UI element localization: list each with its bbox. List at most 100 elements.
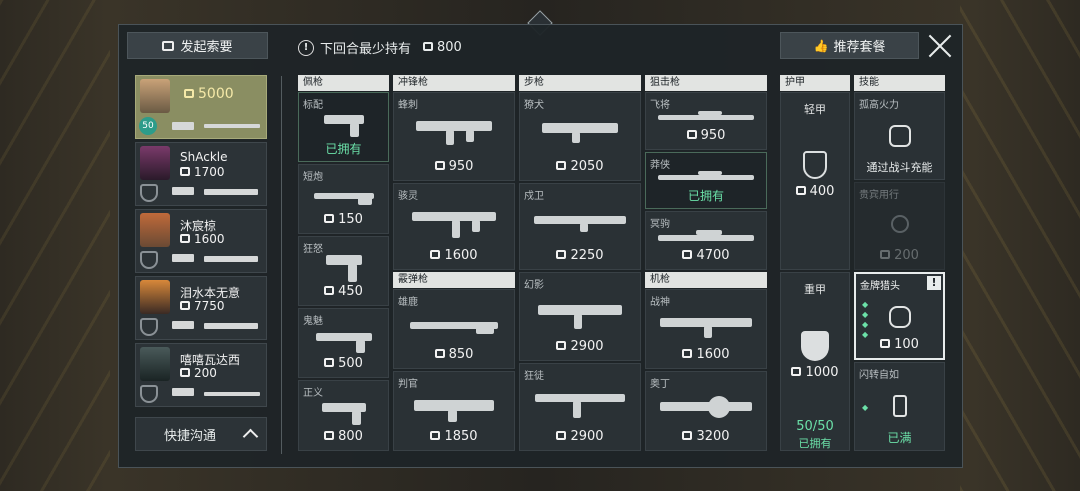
weapon-judge[interactable]: 判官 1850 [393, 371, 515, 451]
machine-gun-icon [660, 396, 752, 422]
weapon-price: 2900 [520, 339, 640, 354]
player-money: 5000 [184, 86, 234, 102]
weapon-guardian[interactable]: 戍卫 2250 [519, 183, 641, 270]
skill-name: 金牌猎头 [860, 281, 900, 292]
weapon-bucky[interactable]: 雄鹿 850 [393, 289, 515, 369]
alert-icon: ! [298, 39, 314, 56]
skill-slot-3[interactable]: 金牌猎头 ! ◆ ◆ ◆ ◆ 100 [854, 272, 945, 360]
weapon-odin[interactable]: 奥丁 3200 [645, 371, 767, 451]
pistol-icon [172, 388, 194, 396]
weapon-spectre[interactable]: 骇灵 1600 [393, 183, 515, 270]
credits-icon [423, 42, 434, 51]
rifle-icon [535, 394, 625, 418]
weapon-name: 鬼魅 [303, 316, 323, 327]
weapon-name: 幻影 [524, 280, 544, 291]
dash-icon [892, 395, 907, 417]
player-card[interactable]: 沐宸椋 1600 [135, 209, 267, 273]
armor-durability: 50/50 [796, 419, 834, 434]
smg-icon [416, 121, 492, 145]
weapon-phantom[interactable]: 幻影 2900 [519, 272, 641, 361]
weapon-classic[interactable]: 标配 已拥有 [298, 92, 389, 162]
skill-icon [890, 215, 909, 233]
credits-icon [682, 250, 693, 259]
owned-status: 已拥有 [798, 437, 832, 450]
weapon-ghost[interactable]: 鬼魅 500 [298, 308, 389, 378]
category-sidearm: 佩枪 [298, 75, 389, 91]
player-card[interactable]: ShAckle 1700 [135, 142, 267, 206]
shotgun-icon [313, 191, 374, 205]
weapon-name: 蜂刺 [398, 100, 418, 111]
credits-icon [430, 250, 441, 259]
weapon-stinger[interactable]: 蜂刺 950 [393, 92, 515, 181]
charge-dot-icon: ◆ [862, 403, 869, 412]
quick-comm-button[interactable]: 快捷沟通 [135, 417, 267, 451]
skill-price: 200 [855, 248, 944, 263]
weapon-vandal[interactable]: 狂徒 2900 [519, 363, 641, 451]
weapon-name: 判官 [398, 379, 418, 390]
close-icon[interactable] [927, 33, 953, 59]
credits-icon [434, 349, 445, 358]
avatar [140, 347, 170, 381]
pistol-icon [325, 255, 362, 283]
weapon-shorty[interactable]: 短炮 150 [298, 164, 389, 234]
pistol-icon [172, 321, 194, 329]
smg-icon [412, 212, 496, 238]
rifle-icon [204, 189, 258, 195]
skill-slot-2[interactable]: 贵宾用行 200 [854, 182, 945, 270]
rifle-icon [538, 305, 622, 329]
recommend-button[interactable]: 👍 推荐套餐 [780, 32, 919, 59]
weapon-name: 正义 [303, 388, 323, 399]
weapon-name: 獠犬 [524, 100, 544, 111]
skill-full-status: 已满 [887, 431, 912, 445]
rifle-icon [204, 323, 258, 329]
skill-name: 孤高火力 [859, 100, 899, 111]
weapon-ares[interactable]: 战神 1600 [645, 289, 767, 369]
armor-light[interactable]: 轻甲 400 [780, 92, 850, 270]
shotgun-icon [410, 320, 498, 334]
request-button[interactable]: 发起索要 [127, 32, 268, 59]
player-card[interactable]: 泪水本无意 7750 [135, 276, 267, 340]
chevron-up-icon [242, 428, 259, 445]
player-money: 200 [180, 366, 217, 380]
weapon-frenzy[interactable]: 狂怒 450 [298, 236, 389, 306]
credits-icon [880, 250, 891, 259]
skill-slot-4[interactable]: 闪转自如 ◆ 已满 [854, 362, 945, 451]
weapon-outlaw[interactable]: 莽侠 已拥有 [645, 152, 767, 209]
min-hold-notice: ! 下回合最少持有 800 [298, 38, 462, 57]
armor-price: 1000 [781, 365, 849, 380]
armor-heavy[interactable]: 重甲 1000 50/50 已拥有 [780, 272, 850, 451]
weapon-price: 450 [299, 284, 388, 299]
thumbs-up-icon: 👍 [813, 38, 829, 53]
armor-name: 轻甲 [804, 103, 826, 116]
weapon-price: 950 [394, 159, 514, 174]
level-badge: 50 [139, 117, 157, 135]
rifle-icon [534, 216, 626, 232]
weapon-operator[interactable]: 冥驹 4700 [645, 211, 767, 270]
player-card-self[interactable]: 5000 50 [135, 75, 267, 139]
category-sniper: 狙击枪 [645, 75, 767, 91]
skill-charge-status: 通过战斗充能 [866, 161, 933, 174]
rifle-icon [204, 256, 258, 262]
player-name: ShAckle [180, 150, 228, 164]
credits-icon [180, 234, 190, 243]
owned-status: 已拥有 [325, 142, 362, 156]
weapon-sheriff[interactable]: 正义 800 [298, 380, 389, 451]
weapon-price: 4700 [646, 248, 766, 263]
skill-name: 贵宾用行 [859, 190, 899, 201]
min-hold-label: 下回合最少持有 [320, 42, 412, 57]
request-icon [162, 40, 175, 51]
credits-icon [556, 161, 567, 170]
player-card[interactable]: 嘻嘻瓦达西 200 [135, 343, 267, 407]
weapon-price: 950 [646, 128, 766, 143]
credits-icon [880, 339, 891, 348]
weapon-name: 标配 [303, 100, 323, 111]
skill-slot-1[interactable]: 孤高火力 通过战斗充能 [854, 92, 945, 180]
weapon-name: 骇灵 [398, 191, 418, 202]
pistol-icon [323, 115, 364, 137]
sniper-icon [658, 111, 754, 123]
weapon-bulldog[interactable]: 獠犬 2050 [519, 92, 641, 181]
weapon-name: 战神 [650, 297, 670, 308]
credits-icon [324, 214, 335, 223]
weapon-marshal[interactable]: 飞将 950 [645, 92, 767, 150]
credits-icon [324, 431, 335, 440]
